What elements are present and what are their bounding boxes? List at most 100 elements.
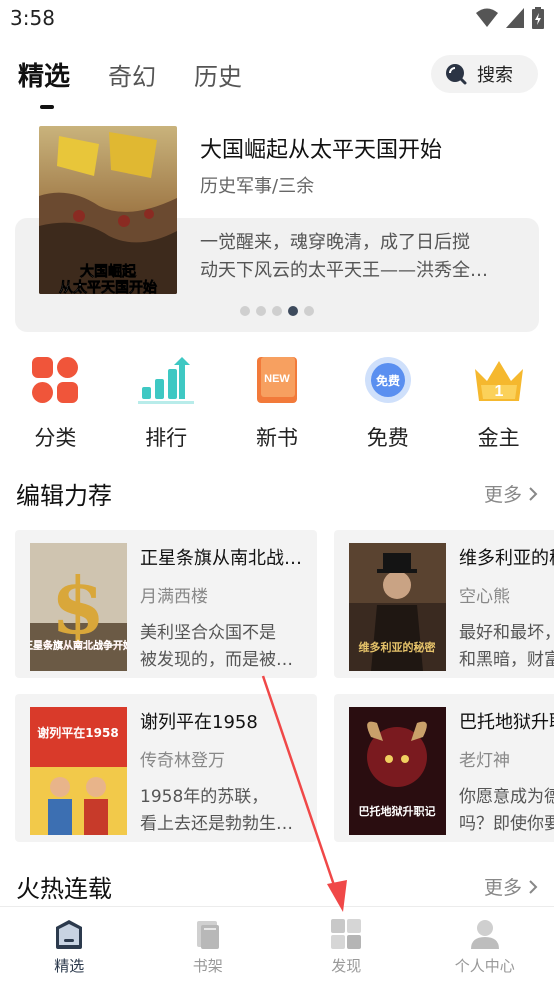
pagination-dot[interactable] [256,306,266,316]
signal-icon [506,8,524,28]
tab-history[interactable]: 历史 [194,57,242,92]
nav-label: 书架 [192,957,223,975]
category-ranking[interactable]: 排行 [111,350,222,452]
banner-cover-text-2: 从太平天国开始 [59,279,157,294]
book-title: 谢列平在1958 [140,712,258,733]
new-badge-text: NEW [264,373,290,385]
new-book-icon: NEW [247,350,307,410]
category-label: 分类 [34,426,77,450]
free-badge-text: 免费 [376,373,400,388]
serial-more-button[interactable]: 更多 [484,873,538,900]
wifi-icon [476,8,498,27]
chevron-right-icon [529,486,538,501]
banner-book-cover[interactable]: 大国崛起 从太平天国开始 [39,126,177,294]
pagination-dot[interactable] [240,306,250,316]
discover-icon [331,919,362,949]
book-cover[interactable]: 巴托地狱升职记 [349,707,446,835]
editor-picks-more-button[interactable]: 更多 [484,480,538,507]
category-label: 新书 [255,426,298,450]
svg-text:$: $ [51,561,105,652]
book-card[interactable]: $ 正星条旗从南北战争开始 正星条旗从南北战… 月满西楼 美利坚合众国不是 被发… [15,530,317,678]
bookshelf-icon [196,921,219,949]
banner-pagination [240,306,314,316]
book-desc-line: 吗？即使你要 [459,814,554,834]
book-author: 空心熊 [459,587,510,607]
book-title: 正星条旗从南北战… [140,548,302,569]
more-label: 更多 [483,484,522,506]
banner-desc-line-2: 动天下风云的太平天王——洪秀全… [200,260,488,281]
category-label: 金主 [477,426,520,450]
pagination-dot[interactable] [272,306,282,316]
ranking-icon [136,350,196,410]
book-description: 美利坚合众国不是 被发现的，而是被… [140,620,310,674]
bottom-navigation: 精选 书架 发现 个人中心 [0,906,554,984]
category-label: 免费 [366,426,409,450]
book-desc-line: 美利坚合众国不是 [140,623,276,643]
book-cover[interactable]: 维多利亚的秘密 [349,543,446,671]
book-title: 巴托地狱升职记 [459,712,554,733]
book-description: 1958年的苏联， 看上去还是勃勃生… [140,784,310,838]
book-card[interactable]: 维多利亚的秘密 维多利亚的秘密 空心熊 最好和最坏， 和黑暗，财富 [334,530,554,678]
cover-title: 正星条旗从南北战争开始 [30,639,127,652]
book-author: 传奇林登万 [140,751,225,771]
category-sponsor[interactable]: 1 金主 [443,350,554,452]
search-label: 搜索 [477,65,513,86]
book-description: 你愿意成为德 吗？即使你要 [459,784,554,838]
home-icon [56,920,83,949]
battery-icon [532,7,544,29]
category-new-book[interactable]: NEW 新书 [222,350,333,452]
nav-label: 精选 [54,957,85,975]
book-cover[interactable]: $ 正星条旗从南北战争开始 [30,543,127,671]
free-icon: 免费 [358,350,418,410]
section-title-serial: 火热连载 [16,875,112,903]
category-free[interactable]: 免费 免费 [332,350,443,452]
top-tabs: 精选 奇幻 历史 [18,52,280,96]
tab-indicator [40,105,54,109]
crown-icon: 1 [469,350,529,410]
banner-cover-text-1: 大国崛起 [80,263,137,279]
chevron-right-icon [529,879,538,894]
profile-icon [470,920,499,949]
nav-label: 个人中心 [454,957,515,975]
more-label: 更多 [483,877,522,899]
nav-item-featured[interactable]: 精选 [0,907,139,984]
banner-description: 一觉醒来，魂穿晚清，成了日后搅 动天下风云的太平天王——洪秀全… [200,229,518,285]
category-row: 分类 排行 NEW 新书 免费 免费 1 金主 [0,350,554,452]
cover-title: 维多利亚的秘密 [359,640,436,654]
book-author: 老灯神 [459,751,510,771]
book-card[interactable]: 谢列平在1958 谢列平在1958 传奇林登万 1958年的苏联， 看上去还是勃… [15,694,317,842]
cover-title: 巴托地狱升职记 [359,804,436,818]
nav-label: 发现 [331,957,362,975]
category-icon [25,350,85,410]
status-icons [476,7,544,29]
tab-fantasy[interactable]: 奇幻 [108,57,156,92]
status-time: 3:58 [10,6,55,30]
book-desc-line: 最好和最坏， [459,623,554,643]
nav-item-bookshelf[interactable]: 书架 [139,907,278,984]
section-title-editor-picks: 编辑力荐 [16,482,112,510]
search-icon [446,64,467,85]
pagination-dot[interactable] [304,306,314,316]
cover-title: 谢列平在1958 [37,725,118,740]
search-button[interactable]: 搜索 [431,55,538,93]
banner-desc-line-1: 一觉醒来，魂穿晚清，成了日后搅 [200,232,470,253]
book-desc-line: 和黑暗，财富 [459,650,554,670]
book-desc-line: 看上去还是勃勃生… [140,814,293,834]
book-card[interactable]: 巴托地狱升职记 巴托地狱升职记 老灯神 你愿意成为德 吗？即使你要 [334,694,554,842]
book-desc-line: 你愿意成为德 [459,787,554,807]
nav-item-profile[interactable]: 个人中心 [416,907,554,984]
book-cover[interactable]: 谢列平在1958 [30,707,127,835]
book-description: 最好和最坏， 和黑暗，财富 [459,620,554,674]
category-classify[interactable]: 分类 [0,350,111,452]
banner-subtitle: 历史军事/三余 [200,176,315,197]
tab-featured[interactable]: 精选 [18,56,70,93]
status-bar: 3:58 [0,0,554,40]
book-desc-line: 1958年的苏联， [140,787,269,807]
book-title: 维多利亚的秘密 [459,548,554,569]
nav-item-discover[interactable]: 发现 [277,907,416,984]
book-author: 月满西楼 [140,587,208,607]
crown-badge-text: 1 [494,383,503,400]
banner-title[interactable]: 大国崛起从太平天国开始 [200,132,442,164]
book-desc-line: 被发现的，而是被… [140,650,293,670]
pagination-dot-active[interactable] [288,306,298,316]
